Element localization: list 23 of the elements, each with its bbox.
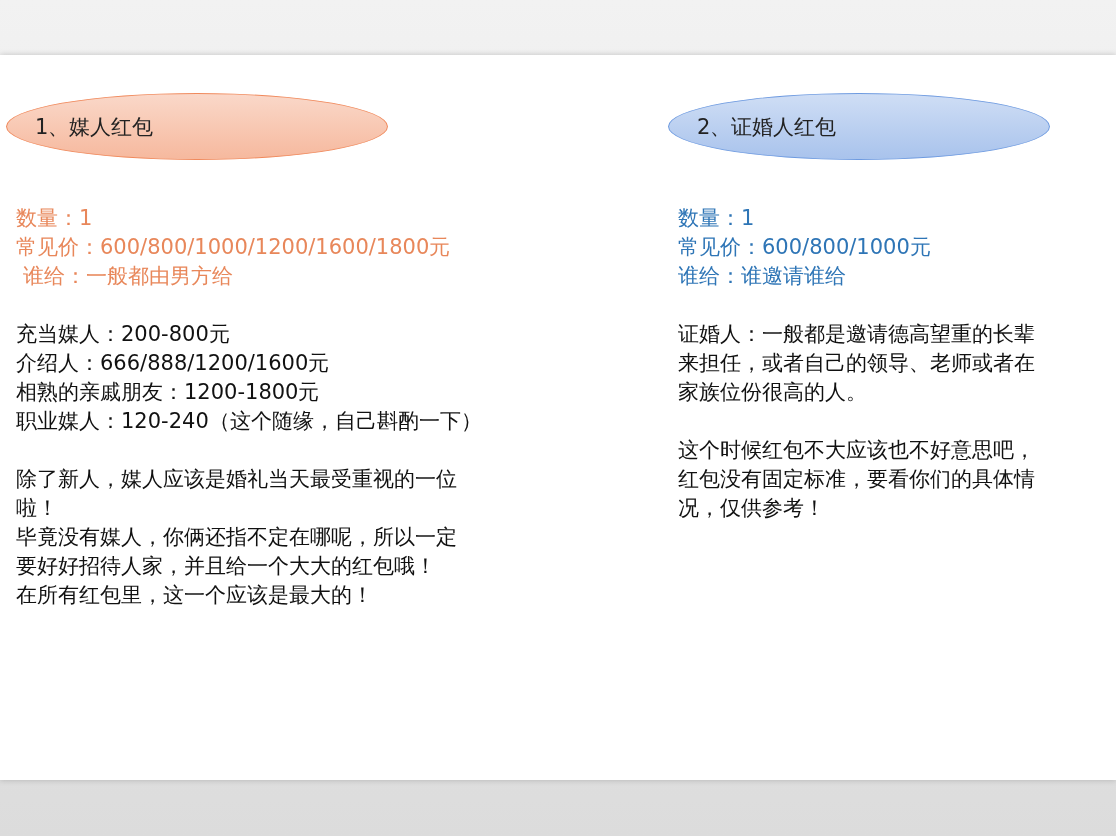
text-line: 相熟的亲戚朋友：1200-1800元 xyxy=(16,379,321,406)
text-line: 毕竟没有媒人，你俩还指不定在哪呢，所以一定 xyxy=(16,524,458,551)
fact-line: 数量：1 xyxy=(678,205,756,232)
text-line: 在所有红包里，这一个应该是最大的！ xyxy=(16,582,374,609)
text-line: 除了新人，媒人应该是婚礼当天最受重视的一位 xyxy=(16,466,458,493)
fact-line: 谁给：一般都由男方给 xyxy=(21,263,234,290)
text-line: 证婚人：一般都是邀请德高望重的长辈 xyxy=(678,321,1036,348)
fact-line: 常见价：600/800/1000元 xyxy=(678,234,932,261)
title-pill: 1、媒人红包 xyxy=(6,93,388,160)
text-line: 充当媒人：200-800元 xyxy=(16,321,231,348)
text-line: 职业媒人：120-240（这个随缘，自己斟酌一下） xyxy=(16,408,483,435)
text-line: 介绍人：666/888/1200/1600元 xyxy=(16,350,331,377)
title-pill: 2、证婚人红包 xyxy=(668,93,1050,160)
text-line: 家族位份很高的人。 xyxy=(678,379,868,406)
text-line: 要好好招待人家，并且给一个大大的红包哦！ xyxy=(16,553,437,580)
text-line: 这个时候红包不大应该也不好意思吧， xyxy=(678,437,1036,464)
fact-line: 数量：1 xyxy=(16,205,94,232)
text-line: 来担任，或者自己的领导、老师或者在 xyxy=(678,350,1036,377)
fact-line: 谁给：谁邀请谁给 xyxy=(678,263,847,290)
fact-line: 常见价：600/800/1000/1200/1600/1800元 xyxy=(16,234,452,261)
text-line: 啦！ xyxy=(16,495,59,522)
text-line: 况，仅供参考！ xyxy=(678,495,826,522)
text-line: 红包没有固定标准，要看你们的具体情 xyxy=(678,466,1036,493)
